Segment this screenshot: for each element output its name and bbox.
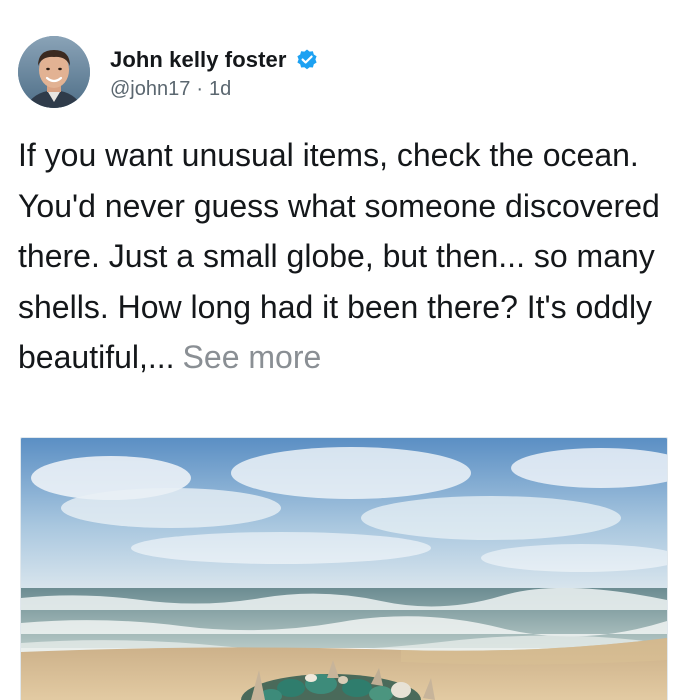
author-display-name[interactable]: John kelly foster [110,47,287,73]
author-name-row: John kelly foster [110,44,319,76]
tweet-text: If you want unusual items, check the oce… [18,130,693,383]
avatar-photo [18,36,90,108]
tweet-media-image[interactable] [20,437,668,700]
tweet-card: John kelly foster @john17 · 1d If you wa… [0,0,700,700]
beach-photo [21,438,667,700]
author-sub-row: @john17 · 1d [110,78,319,101]
avatar[interactable] [18,36,90,108]
author-meta: John kelly foster @john17 · 1d [110,44,319,101]
tweet-body-text: If you want unusual items, check the oce… [18,137,660,375]
tweet-timestamp[interactable]: 1d [209,78,231,101]
author-handle[interactable]: @john17 [110,78,190,101]
verified-badge-icon [295,48,319,72]
tweet-header: John kelly foster @john17 · 1d [18,36,319,108]
meta-separator: · [196,77,204,100]
see-more-link[interactable]: See more [183,339,322,375]
